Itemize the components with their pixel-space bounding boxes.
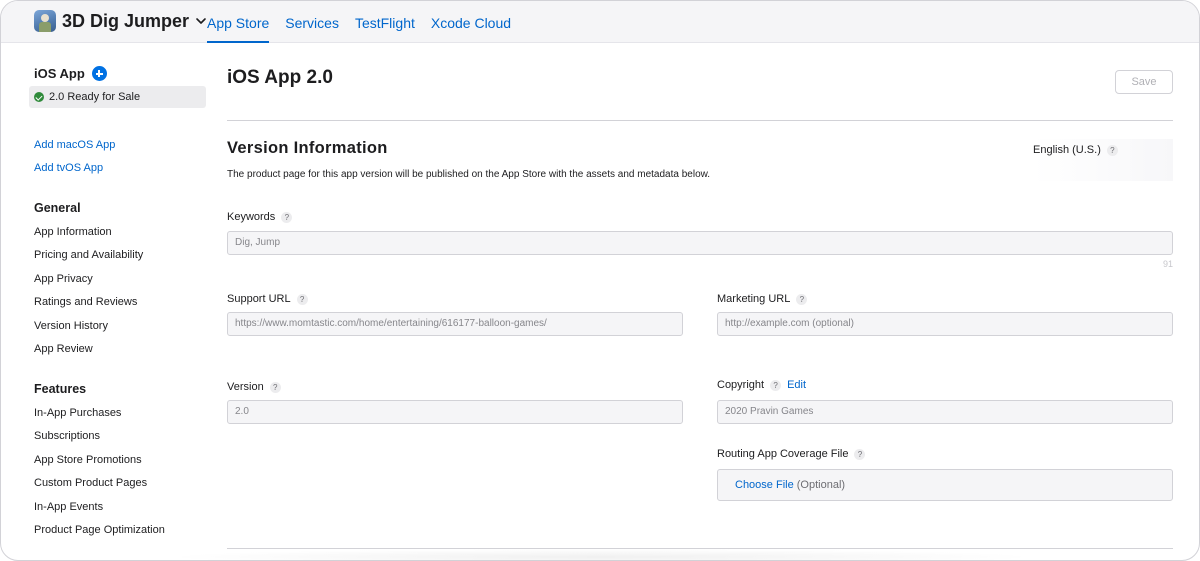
routing-file-dropzone[interactable]: Choose File (Optional)	[717, 469, 1173, 501]
bottom-fade	[161, 549, 1041, 560]
marketing-url-field[interactable]: http://example.com (optional)	[717, 312, 1173, 336]
language-picker[interactable]: English (U.S.)?	[1033, 144, 1118, 156]
routing-file-help-icon[interactable]: ?	[854, 448, 866, 460]
support-url-field[interactable]: https://www.momtastic.com/home/entertain…	[227, 312, 683, 336]
version-status-label: 2.0 Ready for Sale	[49, 91, 141, 103]
sidebar-item-pricing-availability[interactable]: Pricing and Availability	[34, 249, 143, 261]
header-divider	[227, 120, 1173, 121]
chevron-down-icon	[196, 18, 206, 24]
copyright-edit-link[interactable]: Edit	[787, 379, 806, 391]
sidebar-item-app-review[interactable]: App Review	[34, 343, 93, 355]
sidebar-section-features: Features	[34, 382, 87, 396]
sidebar-platform-title: iOS App	[34, 66, 85, 81]
game-app-icon	[34, 10, 56, 32]
support-url-help-icon[interactable]: ?	[296, 293, 308, 305]
version-label-row: Version?	[227, 381, 281, 393]
sidebar-item-product-page-optimization[interactable]: Product Page Optimization	[34, 524, 165, 536]
sidebar-item-version-status[interactable]: 2.0 Ready for Sale	[29, 86, 206, 108]
choose-file-button[interactable]: Choose File	[735, 479, 794, 491]
language-label: English (U.S.)	[1033, 144, 1101, 156]
routing-file-label-row: Routing App Coverage File?	[717, 448, 866, 460]
marketing-url-help-icon[interactable]: ?	[796, 293, 808, 305]
marketing-url-label: Marketing URL	[717, 293, 791, 305]
copyright-help-icon[interactable]: ?	[770, 379, 782, 391]
keywords-char-counter: 91	[1162, 259, 1173, 269]
page-title: iOS App 2.0	[227, 67, 333, 88]
tab-app-store[interactable]: App Store	[207, 1, 270, 43]
save-button[interactable]: Save	[1115, 70, 1173, 94]
app-switcher[interactable]: 3D Dig Jumper	[34, 10, 207, 32]
tab-xcode-cloud[interactable]: Xcode Cloud	[431, 1, 511, 43]
sidebar-item-app-information[interactable]: App Information	[34, 226, 112, 238]
tab-services[interactable]: Services	[285, 1, 339, 43]
optional-label: (Optional)	[796, 479, 846, 491]
sidebar-item-custom-product-pages[interactable]: Custom Product Pages	[34, 477, 147, 489]
version-label: Version	[227, 381, 264, 393]
top-bar: 3D Dig Jumper App Store Services TestFli…	[1, 1, 1199, 43]
app-store-connect-window: 3D Dig Jumper App Store Services TestFli…	[0, 0, 1200, 561]
sidebar-section-general: General	[34, 201, 81, 215]
sidebar-item-subscriptions[interactable]: Subscriptions	[34, 430, 100, 442]
sidebar-item-app-privacy[interactable]: App Privacy	[34, 273, 93, 285]
version-description: The product page for this app version wi…	[227, 169, 711, 180]
keywords-field[interactable]: Dig, Jump	[227, 231, 1173, 255]
copyright-label-row: Copyright? Edit	[717, 379, 806, 391]
sidebar-platform-header: iOS App	[34, 66, 107, 81]
version-field[interactable]: 2.0	[227, 400, 683, 424]
add-macos-app-link[interactable]: Add macOS App	[34, 139, 115, 151]
copyright-label: Copyright	[717, 379, 765, 391]
support-url-label-row: Support URL?	[227, 293, 308, 305]
tab-testflight[interactable]: TestFlight	[355, 1, 415, 43]
sidebar-item-in-app-events[interactable]: In-App Events	[34, 501, 103, 513]
sidebar-item-app-store-promotions[interactable]: App Store Promotions	[34, 454, 142, 466]
add-version-plus-icon[interactable]	[91, 66, 107, 81]
version-information-heading: Version Information	[227, 139, 388, 157]
sidebar: iOS App 2.0 Ready for Sale Add macOS App…	[1, 43, 211, 560]
keywords-help-icon[interactable]: ?	[281, 211, 293, 223]
support-url-label: Support URL	[227, 293, 291, 305]
top-nav: App Store Services TestFlight Xcode Clou…	[207, 1, 527, 43]
sidebar-item-in-app-purchases[interactable]: In-App Purchases	[34, 407, 121, 419]
app-name: 3D Dig Jumper	[62, 10, 190, 31]
routing-file-label: Routing App Coverage File	[717, 448, 849, 460]
keywords-label-row: Keywords?	[227, 211, 293, 223]
main-content: iOS App 2.0 Save Version Information Eng…	[227, 43, 1173, 560]
ready-checkmark-icon	[34, 92, 44, 102]
language-selector: English (U.S.)?	[1033, 139, 1173, 181]
add-tvos-app-link[interactable]: Add tvOS App	[34, 162, 103, 174]
help-icon[interactable]: ?	[1106, 144, 1118, 156]
marketing-url-label-row: Marketing URL?	[717, 293, 808, 305]
version-help-icon[interactable]: ?	[269, 381, 281, 393]
sidebar-item-version-history[interactable]: Version History	[34, 320, 108, 332]
sidebar-item-ratings-reviews[interactable]: Ratings and Reviews	[34, 296, 137, 308]
keywords-label: Keywords	[227, 211, 276, 223]
copyright-field[interactable]: 2020 Pravin Games	[717, 400, 1173, 424]
